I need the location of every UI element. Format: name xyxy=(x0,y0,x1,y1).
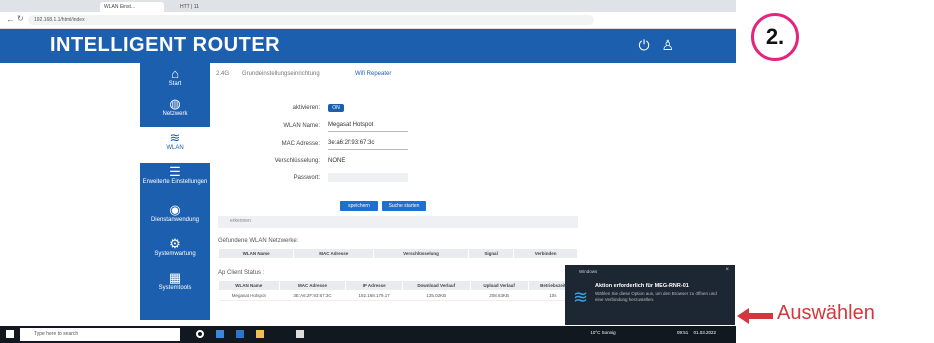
wifi-icon: ≋ xyxy=(573,287,589,307)
network-notification[interactable]: Windows × ≋ Aktion erforderlich für MEG-… xyxy=(565,265,735,325)
user-icon[interactable]: ♙ xyxy=(661,37,674,53)
close-icon[interactable]: × xyxy=(725,267,729,273)
col-upload: Upload Verlauf xyxy=(469,280,529,291)
sidebar: ⌂ Start ◍ Netzwerk ≋ WLAN ☰ Erweiterte Einst… xyxy=(140,63,210,320)
enable-toggle[interactable]: ON xyxy=(328,104,344,112)
sidebar-item-label: Start xyxy=(168,81,182,87)
taskbar: Type here to search 10°C Sonnig 09:51 01… xyxy=(0,326,736,343)
tab-24g[interactable]: 2.4G xyxy=(216,71,229,77)
cell: 3E:A6:2F:93:67:3C xyxy=(279,290,346,301)
mac-label: MAC Adresse: xyxy=(281,141,320,147)
url-input[interactable]: 192.168.1.1/html/index xyxy=(28,15,594,25)
tab-bar: WLAN Einst... HTT | 11 xyxy=(0,0,736,12)
col-signal: Signal xyxy=(467,248,515,259)
page-title: INTELLIGENT ROUTER xyxy=(50,34,281,56)
found-networks-title: Gefundene WLAN Netzwerke: xyxy=(218,238,299,244)
sidebar-item-label: Netzwerk xyxy=(162,111,188,117)
power-icon[interactable]: ⏻ xyxy=(638,37,649,53)
found-networks-table: WLAN Name MAC Adresse Verschlüsselung Si… xyxy=(217,248,578,259)
password-field[interactable] xyxy=(328,173,408,182)
system-tray[interactable]: 10°C Sonnig 09:51 01.03.2022 xyxy=(590,330,716,335)
sidebar-item-netzwerk[interactable]: ◍ Netzwerk xyxy=(140,97,210,125)
cell: 208.63KB xyxy=(470,290,529,301)
notification-app: Windows xyxy=(579,269,598,274)
tools-icon: ▦ xyxy=(168,270,182,285)
cell: Megasat Hotspot xyxy=(218,290,280,301)
sidebar-item-erweitert[interactable]: ☰ Erweiterte Einstellungen xyxy=(140,165,210,201)
sidebar-item-label: WLAN xyxy=(166,145,184,151)
edge-icon[interactable] xyxy=(236,330,244,338)
col-mac: MAC Adresse xyxy=(293,248,375,259)
router-header: INTELLIGENT ROUTER ⏻ ♙ xyxy=(0,29,736,63)
save-button[interactable]: speichern xyxy=(340,201,378,211)
tab-label: HTT | 11 xyxy=(180,4,199,10)
sidebar-item-wartung[interactable]: ⚙ Systemwartung xyxy=(140,237,210,269)
sliders-icon: ☰ xyxy=(169,164,181,179)
weather-text: 10°C Sonnig xyxy=(590,330,616,335)
enable-label: aktivieren: xyxy=(292,105,320,111)
sidebar-item-start[interactable]: ⌂ Start xyxy=(140,67,210,95)
cell: 192.168.179.17 xyxy=(345,290,403,301)
notification-message: Wählen Sie diese Option aus, um den Brow… xyxy=(595,291,717,302)
browser-tab[interactable]: HTT | 11 xyxy=(180,2,199,12)
main-content: 2.4G Grundeinstellungseinrichtung Wifi R… xyxy=(210,63,590,320)
clock-time: 09:51 xyxy=(676,330,689,335)
reload-icon[interactable]: ↻ xyxy=(17,14,24,23)
col-wlan-name: WLAN Name xyxy=(217,248,295,259)
explorer-icon[interactable] xyxy=(256,330,264,338)
col-encryption: Verschlüsselung xyxy=(373,248,469,259)
header-icons: ⏻ ♙ xyxy=(638,37,674,54)
tab-label: WLAN Einst... xyxy=(104,4,136,10)
step-badge: 2. xyxy=(751,13,799,61)
sidebar-item-dienst[interactable]: ◉ Dienstanwendung xyxy=(140,203,210,235)
browser-tab-active[interactable]: WLAN Einst... xyxy=(100,2,164,12)
col-mac: MAC Adresse xyxy=(278,280,347,291)
table-row: Megasat Hotspot 3E:A6:2F:93:67:3C 192.16… xyxy=(218,290,578,301)
encryption-value[interactable]: NONE xyxy=(328,158,345,164)
taskbar-search[interactable]: Type here to search xyxy=(20,328,180,341)
browser-window: WLAN Einst... HTT | 11 ← ↻ 192.168.1.1/h… xyxy=(0,0,736,343)
sidebar-item-label: Dienstanwendung xyxy=(150,217,200,223)
address-bar: ← ↻ 192.168.1.1/html/index xyxy=(0,12,736,29)
col-download: Download Verlauf xyxy=(401,280,471,291)
encryption-label: Verschlüsselung: xyxy=(274,158,320,164)
ssid-field[interactable]: Megasat Hotspot xyxy=(328,122,408,132)
arrow-icon xyxy=(737,308,773,324)
cell: 135.02KB xyxy=(402,290,471,301)
mac-field[interactable]: 3e:a6:2f:93:67:3c xyxy=(328,140,408,150)
gear-icon: ⚙ xyxy=(169,236,181,251)
scan-button[interactable]: Suche starten xyxy=(382,201,426,211)
sidebar-item-wlan[interactable]: ≋ WLAN xyxy=(140,127,210,163)
service-icon: ◉ xyxy=(169,202,181,217)
windows-start-icon[interactable] xyxy=(6,330,14,338)
ssid-label: WLAN Name: xyxy=(283,123,320,129)
back-icon[interactable]: ← xyxy=(6,14,15,24)
sidebar-item-label: Erweiterte Einstellungen xyxy=(142,179,208,185)
wifi-icon: ≋ xyxy=(169,130,181,145)
tab-wifi-repeater[interactable]: Wifi Repeater xyxy=(355,71,391,77)
tab-grundeinstellung[interactable]: Grundeinstellungseinrichtung xyxy=(242,71,320,77)
scan-progress-bar: erkennen xyxy=(218,216,578,228)
col-connect: Verbinden xyxy=(513,248,578,259)
globe-icon: ◍ xyxy=(169,96,181,111)
scan-status: erkennen xyxy=(230,218,251,224)
client-status-table: WLAN Name MAC Adresse IP Adresse Downloa… xyxy=(218,280,579,301)
col-ip: IP Adresse xyxy=(345,280,403,291)
clock-date: 01.03.2022 xyxy=(693,330,716,335)
taskview-icon[interactable] xyxy=(216,330,224,338)
cortana-icon[interactable] xyxy=(196,330,204,338)
home-icon: ⌂ xyxy=(171,66,179,81)
notification-title: Aktion erforderlich für MEG-RNR-01 xyxy=(595,283,689,289)
select-annotation: Auswählen xyxy=(777,302,875,324)
client-status-title: Ap Client Status : xyxy=(218,270,265,276)
sidebar-item-tools[interactable]: ▦ Systemtools xyxy=(140,271,210,303)
password-label: Passwort: xyxy=(293,175,320,181)
app-icon[interactable] xyxy=(296,330,304,338)
sidebar-item-label: Systemtools xyxy=(158,285,192,291)
sidebar-item-label: Systemwartung xyxy=(154,251,196,257)
col-wlan-name: WLAN Name xyxy=(218,280,280,291)
